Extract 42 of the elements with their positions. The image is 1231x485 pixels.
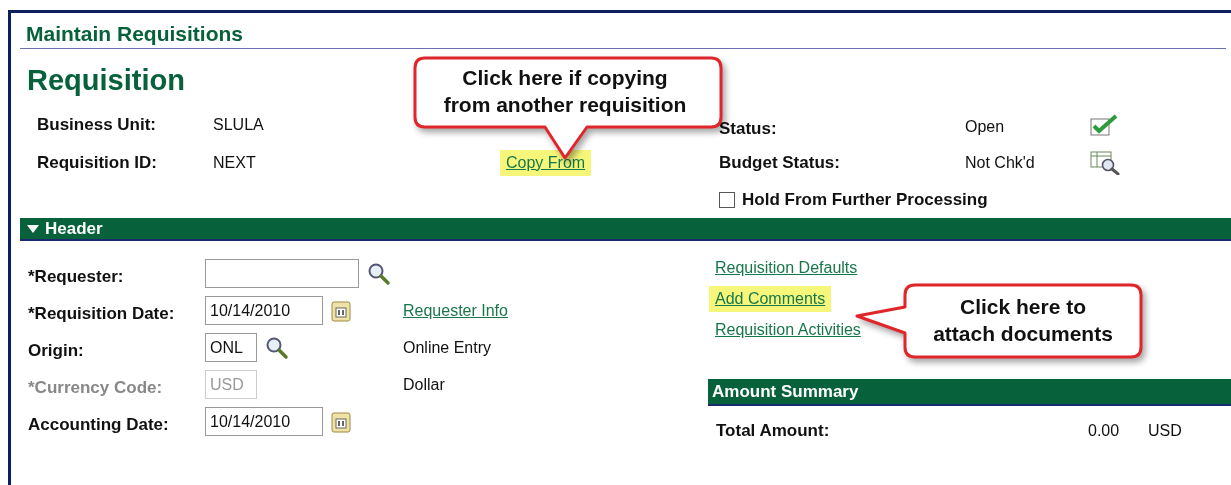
search-icon[interactable] — [367, 261, 391, 286]
field-label: Requisition ID: — [37, 153, 158, 173]
hold-checkbox[interactable] — [719, 192, 735, 208]
page-link[interactable]: Requisition Defaults — [709, 255, 864, 281]
page-title: Requisition — [27, 64, 185, 96]
section-header: Amount Summary — [708, 379, 1231, 406]
field-description: Online Entry — [403, 338, 492, 356]
search-icon[interactable] — [265, 335, 289, 360]
callout-text: Click here if copying from another requisition — [443, 65, 687, 118]
copy-from-link[interactable]: Copy From — [500, 150, 592, 176]
page-link[interactable]: Add Comments — [709, 286, 832, 312]
currency-code: USD — [1148, 422, 1183, 440]
field-value: Open — [965, 118, 1006, 136]
field-label: Origin: — [28, 340, 85, 361]
field-label: Total Amount: — [716, 421, 831, 441]
field-label: *Requester: — [28, 266, 125, 287]
field-label: Budget Status: — [719, 153, 841, 173]
field-value: Not Chk'd — [965, 154, 1036, 172]
input-field[interactable]: 10/14/2010 — [205, 296, 323, 325]
calendar-icon[interactable] — [331, 299, 351, 322]
field-label: Business Unit: — [37, 115, 158, 135]
page-link[interactable]: Requisition Activities — [709, 317, 867, 343]
field-label: *Requisition Date: — [28, 303, 176, 324]
field-description: Dollar — [403, 375, 445, 393]
section-header[interactable]: Header — [20, 218, 1231, 241]
checkmark-icon — [1090, 114, 1118, 136]
checkbox-label: Hold From Further Processing — [742, 190, 988, 210]
callout-text: Click here to attach documents — [933, 294, 1113, 347]
input-field[interactable]: 10/14/2010 — [205, 407, 323, 436]
amount-value: 0.00 — [1088, 422, 1121, 440]
field-label: *Currency Code: — [28, 377, 164, 398]
calendar-icon[interactable] — [331, 410, 351, 433]
field-value: NEXT — [213, 154, 257, 172]
field-label: Status: — [719, 119, 778, 139]
input-field[interactable]: ONL — [205, 333, 257, 362]
field-value: SLULA — [213, 116, 265, 134]
input-field[interactable] — [205, 259, 359, 288]
collapse-icon[interactable] — [27, 224, 39, 233]
table-search-icon[interactable] — [1090, 151, 1120, 175]
requester-info-link[interactable]: Requester Info — [403, 301, 508, 319]
field-label: Accounting Date: — [28, 414, 170, 435]
window-title: Maintain Requisitions — [20, 13, 1226, 49]
